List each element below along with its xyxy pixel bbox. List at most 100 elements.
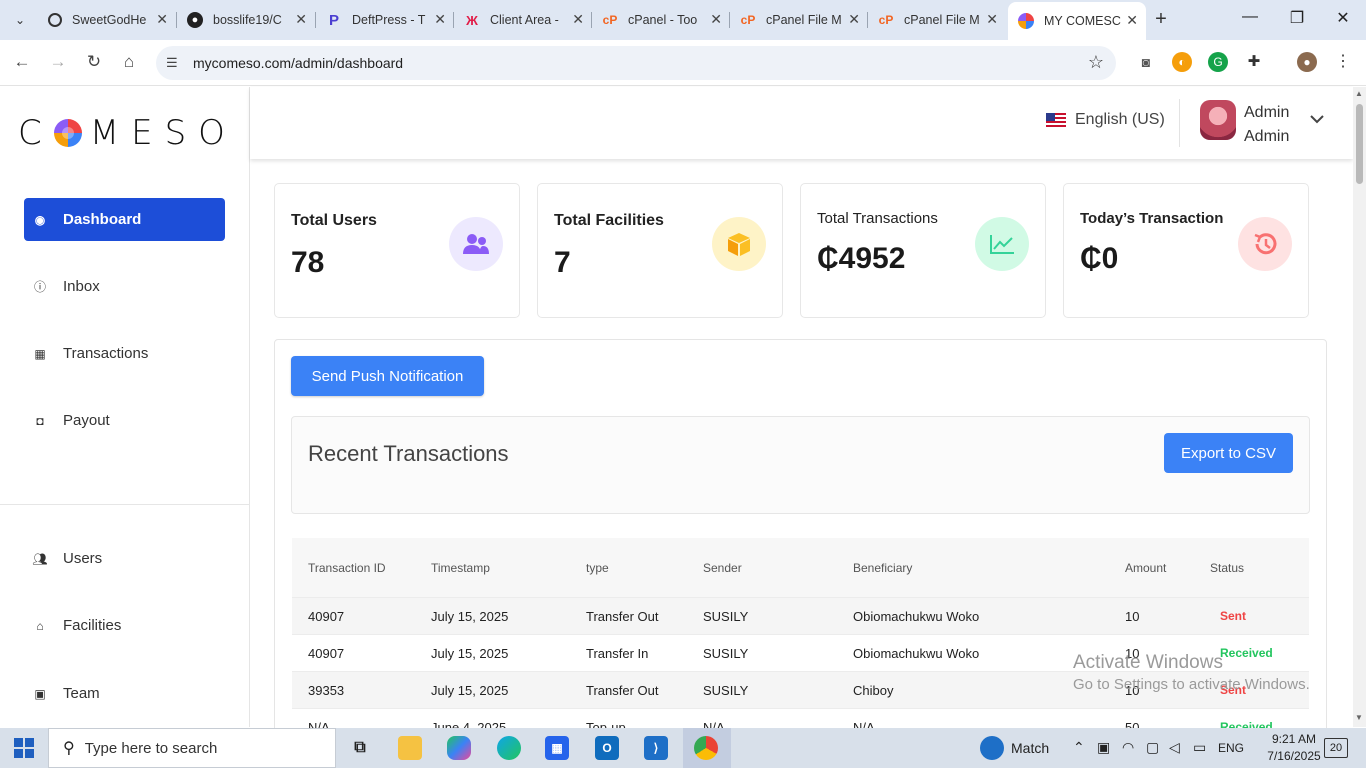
forward-icon[interactable]: →: [47, 51, 69, 73]
tray-device-icon[interactable]: ▢: [1146, 739, 1159, 756]
extension-icon[interactable]: ◐: [1172, 52, 1192, 72]
browser-tab-active[interactable]: MY COMESC ✕: [1008, 2, 1146, 40]
page-scrollbar[interactable]: ▲ ▼: [1353, 87, 1366, 727]
kebab-menu-icon[interactable]: ⋮: [1333, 52, 1353, 72]
restore-icon[interactable]: ❐: [1282, 8, 1312, 28]
comeso-logo[interactable]: C MESO: [18, 113, 237, 153]
cpanel-icon: cP: [740, 13, 756, 27]
close-tab-icon[interactable]: ✕: [848, 11, 860, 28]
close-tab-icon[interactable]: ✕: [1126, 12, 1138, 29]
browser-tab[interactable]: ● bosslife19/C ✕: [177, 6, 315, 34]
taskbar-clock[interactable]: 9:21 AM 7/16/2025: [1264, 731, 1324, 765]
sidebar-item-users[interactable]: 👥︎ Users: [24, 537, 225, 580]
users-icon: 👥︎: [32, 551, 48, 566]
minimize-icon[interactable]: —: [1235, 8, 1265, 26]
stat-card-total-facilities: Total Facilities 7: [537, 183, 783, 318]
weather-text[interactable]: Match: [1011, 740, 1049, 756]
scroll-down-icon[interactable]: ▼: [1355, 713, 1363, 722]
chevron-up-icon[interactable]: ⌃: [1073, 739, 1085, 756]
column-header[interactable]: Sender: [703, 538, 742, 597]
export-csv-button[interactable]: Export to CSV: [1164, 433, 1293, 473]
wifi-icon[interactable]: ◠: [1122, 739, 1134, 756]
tab-search-button[interactable]: ⌄: [6, 8, 34, 32]
sidebar-item-dashboard[interactable]: ◉ Dashboard: [24, 198, 225, 241]
transactions-table: Transaction ID Timestamp type Sender Ben…: [292, 538, 1309, 745]
browser-tab[interactable]: cP cPanel File M ✕: [730, 6, 868, 34]
column-header[interactable]: type: [586, 538, 609, 597]
close-tab-icon[interactable]: ✕: [572, 11, 584, 28]
url-text[interactable]: mycomeso.com/admin/dashboard: [193, 55, 403, 71]
sidebar-item-transactions[interactable]: ▦ Transactions: [24, 332, 225, 375]
send-push-notification-button[interactable]: Send Push Notification: [291, 356, 484, 396]
profile-avatar-icon[interactable]: ●: [1297, 52, 1317, 72]
table-row[interactable]: 40907 July 15, 2025 Transfer Out SUSILY …: [292, 597, 1309, 634]
home-icon[interactable]: ⌂: [118, 51, 140, 73]
store-icon[interactable]: ▦: [545, 736, 569, 760]
new-tab-button[interactable]: +: [1150, 8, 1172, 30]
browser-tab-strip: ⌄ SweetGodHe ✕ ● bosslife19/C ✕ P DeftPr…: [0, 0, 1366, 40]
file-explorer-icon[interactable]: [398, 736, 422, 760]
battery-icon[interactable]: ▭: [1193, 739, 1206, 756]
copilot-icon[interactable]: [447, 736, 471, 760]
inbox-icon: ⓘ: [33, 280, 46, 294]
close-tab-icon[interactable]: ✕: [986, 11, 998, 28]
weather-icon[interactable]: [980, 736, 1004, 760]
input-language[interactable]: ENG: [1218, 741, 1244, 755]
recent-transactions-header: Recent Transactions Export to CSV: [291, 416, 1310, 514]
column-header[interactable]: Transaction ID: [308, 538, 386, 597]
home-icon: ⌂: [36, 618, 44, 633]
sidebar-item-payout[interactable]: ◘ Payout: [24, 399, 225, 442]
notification-center-icon[interactable]: 20: [1324, 738, 1348, 758]
address-bar[interactable]: ☰ mycomeso.com/admin/dashboard ☆: [156, 46, 1116, 80]
chrome-icon[interactable]: [694, 736, 718, 760]
close-tab-icon[interactable]: ✕: [710, 11, 722, 28]
close-tab-icon[interactable]: ✕: [295, 11, 307, 28]
bookmark-star-icon[interactable]: ☆: [1088, 52, 1104, 73]
client-area-icon: Ж: [466, 12, 478, 28]
sidebar-item-team[interactable]: ▣ Team: [24, 672, 225, 715]
column-header[interactable]: Beneficiary: [853, 538, 912, 597]
chevron-down-icon[interactable]: [1310, 111, 1324, 127]
browser-tab[interactable]: cP cPanel - Too ✕: [592, 6, 730, 34]
avatar[interactable]: [1200, 100, 1236, 140]
tray-app-icon[interactable]: ▣: [1097, 739, 1110, 756]
table-header: Transaction ID Timestamp type Sender Ben…: [292, 538, 1309, 597]
camera-icon[interactable]: ◙: [1136, 52, 1156, 72]
browser-tab[interactable]: Ж Client Area - ✕: [454, 6, 592, 34]
section-title: Recent Transactions: [308, 441, 509, 466]
deftpress-icon: P: [328, 11, 339, 29]
scroll-thumb[interactable]: [1356, 104, 1363, 184]
column-header[interactable]: Status: [1210, 538, 1244, 597]
sidebar-item-facilities[interactable]: ⌂ Facilities: [24, 604, 225, 647]
close-window-icon[interactable]: ✕: [1328, 8, 1358, 28]
close-tab-icon[interactable]: ✕: [434, 11, 446, 28]
column-header[interactable]: Amount: [1125, 538, 1166, 597]
stat-card-total-transactions: Total Transactions ₵4952: [800, 183, 1046, 318]
browser-toolbar: ← → ↻ ⌂ ☰ mycomeso.com/admin/dashboard ☆…: [0, 40, 1366, 86]
site-info-icon[interactable]: ☰: [166, 55, 178, 71]
puzzle-icon[interactable]: ✚: [1244, 52, 1264, 72]
outlook-icon[interactable]: O: [595, 736, 619, 760]
admin-name[interactable]: Admin Admin: [1244, 101, 1289, 149]
browser-tab[interactable]: cP cPanel File M ✕: [868, 6, 1006, 34]
sidebar-item-inbox[interactable]: ⓘ Inbox: [24, 265, 225, 308]
browser-tab[interactable]: SweetGodHe ✕: [38, 6, 176, 34]
vscode-icon[interactable]: ⟩: [644, 736, 668, 760]
github-icon: ●: [187, 12, 203, 28]
browser-tab[interactable]: P DeftPress - T ✕: [316, 6, 454, 34]
edge-icon[interactable]: [497, 736, 521, 760]
back-icon[interactable]: ←: [11, 51, 33, 73]
volume-icon[interactable]: ◁: [1169, 739, 1180, 756]
grammarly-icon[interactable]: G: [1208, 52, 1228, 72]
close-tab-icon[interactable]: ✕: [156, 11, 168, 28]
sidebar: C MESO ◉ Dashboard ⓘ Inbox ▦ Transactions…: [0, 87, 250, 727]
task-view-icon[interactable]: ⧉: [348, 736, 372, 760]
taskbar-search[interactable]: ⚲ Type here to search: [48, 728, 336, 768]
history-icon: [1238, 217, 1292, 271]
openai-icon: [48, 13, 62, 27]
scroll-up-icon[interactable]: ▲: [1355, 89, 1363, 98]
column-header[interactable]: Timestamp: [431, 538, 490, 597]
reload-icon[interactable]: ↻: [83, 51, 105, 73]
windows-start-icon[interactable]: [14, 738, 34, 758]
language-selector[interactable]: English (US): [1046, 111, 1165, 129]
